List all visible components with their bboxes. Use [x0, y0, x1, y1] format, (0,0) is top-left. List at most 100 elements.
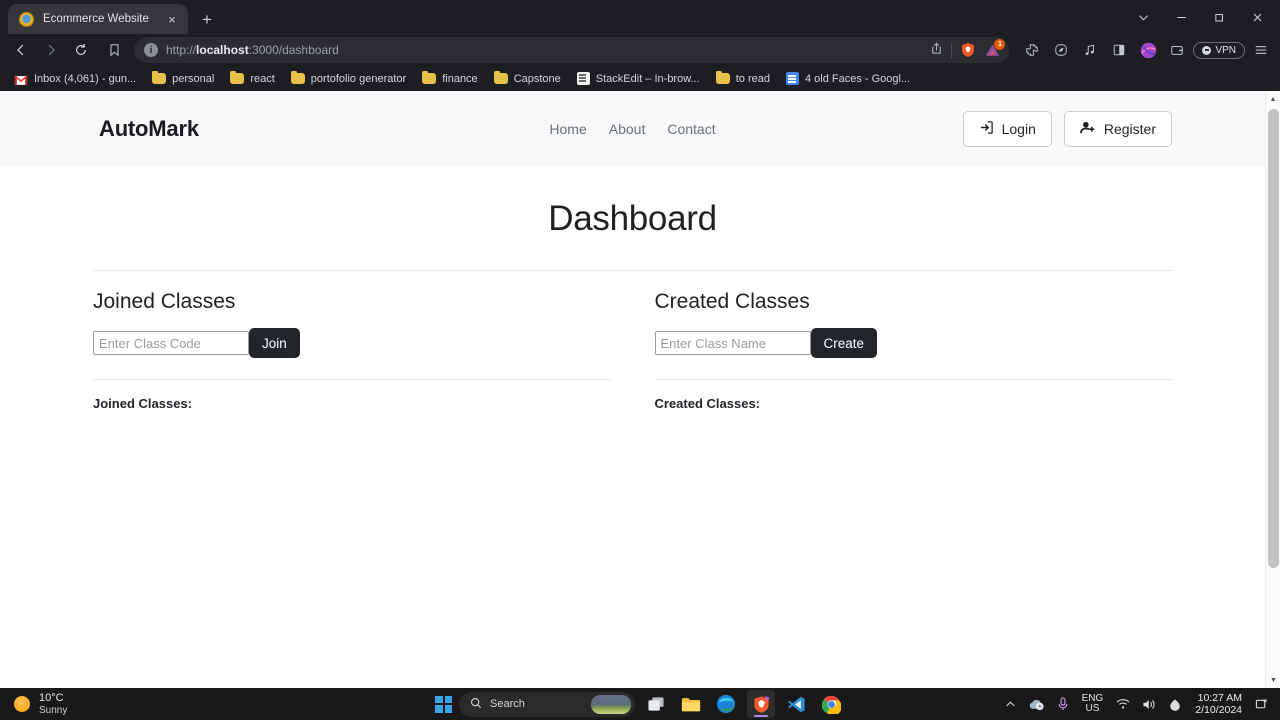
vpn-button[interactable]: VPN — [1193, 41, 1245, 59]
windows-start-icon[interactable] — [435, 695, 452, 713]
chevron-up-icon[interactable] — [999, 688, 1022, 720]
clock[interactable]: 10:27 AM 2/10/2024 — [1188, 692, 1249, 716]
minimize-icon[interactable] — [1162, 2, 1200, 32]
file-explorer-icon[interactable] — [677, 690, 705, 718]
wifi-icon[interactable] — [1110, 688, 1136, 720]
cloud-icon[interactable] — [1022, 688, 1051, 720]
windows-taskbar: 10°C Sunny Search ENG US 10:27 AM 2/10/2… — [0, 688, 1280, 720]
class-name-input[interactable] — [654, 331, 811, 355]
class-code-input[interactable] — [93, 331, 249, 355]
system-tray: ENG US 10:27 AM 2/10/2024 — [999, 688, 1274, 720]
split-view-icon[interactable] — [1106, 37, 1132, 63]
bookmark-item[interactable]: Capstone — [486, 70, 569, 87]
notification-icon[interactable] — [1249, 688, 1274, 720]
bookmark-item[interactable]: finance — [414, 70, 485, 87]
web-page: AutoMark Home About Contact Login Regist… — [0, 91, 1265, 688]
url-scheme: http:// — [166, 43, 197, 57]
window-controls — [1124, 0, 1276, 34]
join-class-form: Join — [93, 328, 611, 358]
edge-icon[interactable] — [712, 690, 740, 718]
bookmark-label: Inbox (4,061) - gun... — [34, 72, 137, 85]
language-indicator[interactable]: ENG US — [1075, 693, 1111, 715]
bookmark-item[interactable]: portofolio generator — [283, 70, 414, 87]
wallet-icon[interactable] — [1164, 37, 1190, 63]
address-bar[interactable]: i http://localhost:3000/dashboard 1 — [134, 37, 1010, 63]
close-window-icon[interactable] — [1238, 2, 1276, 32]
maximize-icon[interactable] — [1200, 2, 1238, 32]
site-nav-links: Home About Contact — [549, 121, 715, 137]
profile-avatar-icon[interactable] — [1135, 37, 1161, 63]
dashboard-columns: Joined Classes Join Joined Classes: Crea… — [0, 271, 1265, 411]
login-button[interactable]: Login — [962, 110, 1052, 147]
extension-icon[interactable]: 1 — [984, 38, 1006, 59]
created-classes-section: Created Classes Create Created Classes: — [633, 271, 1173, 411]
hamburger-menu-icon[interactable] — [1248, 37, 1274, 63]
vpn-label: VPN — [1215, 44, 1236, 56]
nav-link-home[interactable]: Home — [549, 121, 586, 137]
created-classes-list-label: Created Classes: — [654, 396, 761, 411]
url-path: :3000/dashboard — [248, 43, 339, 57]
scrollbar-thumb[interactable] — [1268, 109, 1279, 568]
stackedit-icon — [576, 72, 590, 85]
page-title: Dashboard — [548, 199, 717, 238]
browser-toolbar: i http://localhost:3000/dashboard 1 VPN — [0, 34, 1280, 66]
chrome-icon[interactable] — [817, 690, 845, 718]
create-button[interactable]: Create — [810, 328, 878, 358]
bookmark-item[interactable]: 4 old Faces - Googl... — [778, 70, 918, 87]
reload-icon[interactable] — [66, 37, 96, 63]
brave-icon[interactable] — [747, 690, 775, 718]
register-button[interactable]: Register — [1063, 110, 1172, 147]
url-text: http://localhost:3000/dashboard — [166, 43, 922, 57]
nav-link-about[interactable]: About — [609, 121, 646, 137]
scroll-down-icon[interactable]: ▼ — [1266, 672, 1280, 688]
folder-icon — [230, 70, 245, 84]
site-info-icon[interactable]: i — [144, 43, 158, 57]
microphone-icon[interactable] — [1051, 688, 1075, 720]
back-icon[interactable] — [6, 37, 36, 63]
brave-shields-icon[interactable] — [960, 42, 976, 58]
bookmark-item[interactable]: personal — [144, 70, 222, 87]
puzzle-icon[interactable] — [1019, 37, 1045, 63]
task-view-icon[interactable] — [642, 690, 670, 718]
bookmark-item[interactable]: StackEdit – In-brow... — [569, 70, 708, 87]
forward-icon[interactable] — [36, 37, 66, 63]
bookmark-item[interactable]: Inbox (4,061) - gun... — [6, 71, 144, 87]
joined-classes-section: Joined Classes Join Joined Classes: — [93, 271, 633, 411]
leaf-icon[interactable] — [1048, 37, 1074, 63]
nav-link-contact[interactable]: Contact — [667, 121, 715, 137]
browser-tab[interactable]: Ecommerce Website × — [8, 4, 188, 34]
bookmark-label: 4 old Faces - Googl... — [804, 72, 911, 85]
bookmark-item[interactable]: to read — [708, 70, 778, 87]
weather-condition: Sunny — [39, 704, 68, 716]
clock-date: 2/10/2024 — [1195, 704, 1242, 716]
clock-time: 10:27 AM — [1197, 691, 1242, 704]
register-label: Register — [1103, 120, 1156, 137]
auth-buttons: Login Register — [962, 110, 1172, 147]
tab-search-icon[interactable] — [1124, 2, 1162, 32]
join-button[interactable]: Join — [249, 328, 300, 358]
share-icon[interactable] — [930, 42, 943, 58]
weather-temperature: 10°C — [39, 691, 64, 704]
page-scrollbar[interactable]: ▲ ▼ — [1265, 91, 1280, 688]
taskbar-search[interactable]: Search — [459, 691, 635, 717]
scroll-up-icon[interactable]: ▲ — [1266, 91, 1280, 107]
music-note-icon[interactable] — [1077, 37, 1103, 63]
speaker-icon[interactable] — [1136, 688, 1162, 720]
bookmark-item[interactable]: react — [222, 70, 282, 87]
bookmark-label: react — [250, 72, 275, 85]
tab-favicon-icon — [19, 11, 34, 27]
bookmark-this-page-icon[interactable] — [100, 37, 128, 63]
weather-widget[interactable]: 10°C Sunny — [0, 692, 67, 716]
created-section-divider — [654, 379, 1172, 380]
google-docs-icon — [785, 72, 799, 85]
new-tab-button[interactable]: + — [202, 11, 212, 28]
folder-icon — [493, 70, 508, 84]
vscode-icon[interactable] — [782, 690, 810, 718]
battery-icon[interactable] — [1162, 688, 1188, 720]
search-icon — [470, 697, 482, 712]
close-tab-icon[interactable]: × — [164, 13, 180, 26]
site-brand[interactable]: AutoMark — [99, 116, 199, 142]
tab-strip: Ecommerce Website × + — [0, 0, 1280, 34]
create-class-form: Create — [654, 328, 1173, 358]
site-navbar: AutoMark Home About Contact Login Regist… — [0, 91, 1265, 166]
